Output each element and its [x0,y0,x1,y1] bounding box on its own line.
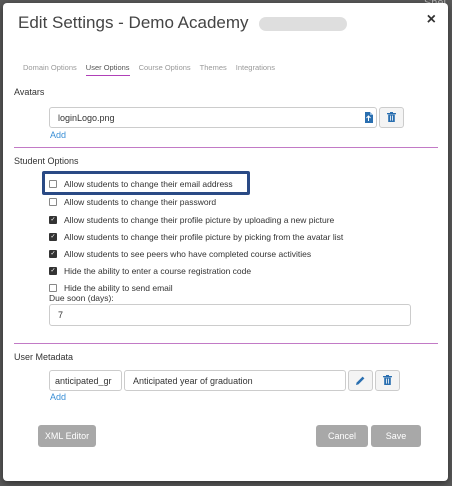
metadata-key-value: anticipated_gr [55,375,112,386]
checkbox[interactable]: ✓ [49,267,57,275]
delete-avatar-button[interactable] [379,107,404,128]
option-hide-registration-code[interactable]: ✓ Hide the ability to enter a course reg… [49,266,251,276]
dialog-title-text: Edit Settings - Demo Academy [18,13,249,32]
student-options-section-label: Student Options [14,156,79,166]
avatars-section-label: Avatars [14,87,45,97]
checkbox[interactable] [49,198,57,206]
option-label: Hide the ability to send email [64,283,173,293]
option-change-password[interactable]: Allow students to change their password [49,197,216,207]
trash-icon [387,109,396,127]
user-metadata-section-label: User Metadata [14,352,74,362]
option-label: Allow students to change their profile p… [64,232,344,242]
highlight-box [42,171,250,195]
option-label: Hide the ability to enter a course regis… [64,266,252,276]
edit-settings-dialog: Edit Settings - Demo Academy × Domain Op… [3,3,448,481]
tab-themes[interactable]: Themes [200,63,227,76]
avatar-file-value: loginLogo.png [58,112,115,123]
section-divider [14,147,438,148]
due-soon-value: 7 [58,310,64,320]
option-label: Allow students to change their password [64,197,217,207]
due-soon-label: Due soon (days): [49,293,114,303]
add-metadata-link[interactable]: Add [50,392,66,402]
checkbox[interactable]: ✓ [49,233,57,241]
file-upload-icon[interactable] [364,112,373,125]
trash-icon [383,372,392,390]
close-icon[interactable]: × [427,11,436,29]
option-label: Allow students to change their profile p… [64,215,335,225]
metadata-description-value: Anticipated year of graduation [133,375,253,386]
add-avatar-link[interactable]: Add [50,130,66,140]
metadata-key-input[interactable]: anticipated_gr [49,370,122,391]
section-divider [14,343,438,344]
checkbox[interactable] [49,284,57,292]
option-pick-avatar[interactable]: ✓ Allow students to change their profile… [49,232,343,242]
avatar-file-input[interactable]: loginLogo.png [49,107,377,128]
tab-integrations[interactable]: Integrations [236,63,275,76]
option-label: Allow students to see peers who have com… [64,249,312,259]
delete-metadata-button[interactable] [375,370,400,391]
metadata-description-input[interactable]: Anticipated year of graduation [124,370,346,391]
settings-tabs: Domain Options User Options Course Optio… [23,63,284,76]
edit-metadata-button[interactable] [348,370,373,391]
xml-editor-button[interactable]: XML Editor [38,425,96,447]
tab-domain-options[interactable]: Domain Options [23,63,77,76]
checkbox[interactable]: ✓ [49,216,57,224]
option-hide-send-email[interactable]: Hide the ability to send email [49,283,173,293]
tab-course-options[interactable]: Course Options [139,63,191,76]
option-see-peers[interactable]: ✓ Allow students to see peers who have c… [49,249,311,259]
checkbox[interactable]: ✓ [49,250,57,258]
dialog-title: Edit Settings - Demo Academy [18,13,348,33]
due-soon-input[interactable]: 7 [49,304,411,326]
redacted-title-suffix [259,16,348,31]
cancel-button[interactable]: Cancel [316,425,368,447]
tab-user-options[interactable]: User Options [85,63,130,76]
pencil-icon [356,372,365,390]
option-upload-picture[interactable]: ✓ Allow students to change their profile… [49,215,334,225]
save-button[interactable]: Save [371,425,421,447]
